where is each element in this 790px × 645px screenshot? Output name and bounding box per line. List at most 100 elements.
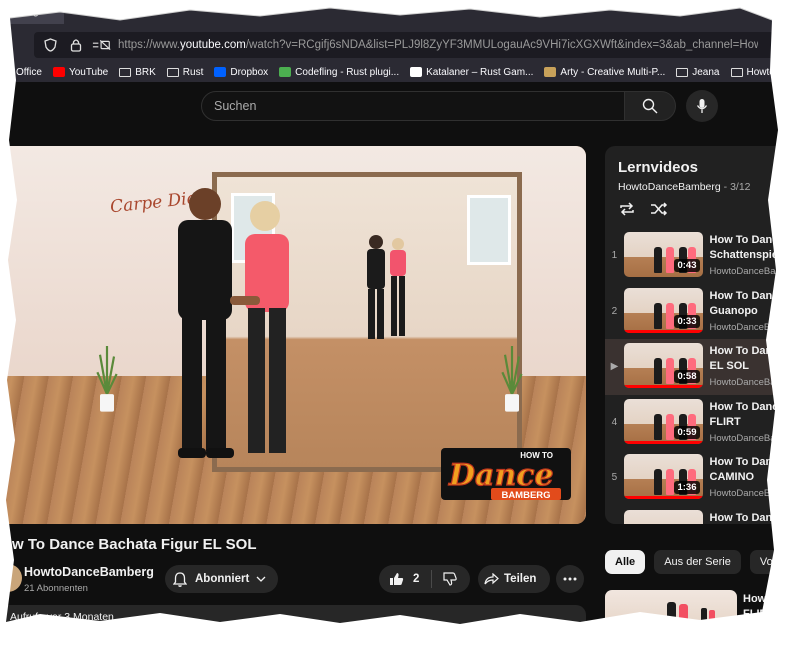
bookmark-item[interactable]: Codefling - Rust plugi... bbox=[279, 67, 399, 78]
dislike-button[interactable] bbox=[432, 572, 468, 586]
permissions-icon[interactable] bbox=[92, 35, 112, 55]
subscribe-button[interactable]: Abonniert bbox=[165, 565, 278, 593]
bookmark-label: Howtodance bbox=[746, 66, 790, 78]
more-horizontal-icon bbox=[563, 577, 577, 581]
watch-progress-bar bbox=[623, 440, 703, 444]
playlist-thumbnail[interactable]: 0:58 bbox=[623, 343, 703, 388]
duration-badge: 0:33 bbox=[674, 314, 700, 328]
playlist-item[interactable]: ▶ 0:58 How To Dance Bachata EL SOL HowtoDanc… bbox=[605, 339, 790, 395]
browser-tab[interactable]: Anfang... bbox=[0, 0, 64, 24]
playlist-item-title: How To Dance Bachata bbox=[709, 345, 790, 357]
wordpress-icon bbox=[410, 67, 423, 77]
playlist-item-title: How To Dance Bachata bbox=[709, 456, 790, 468]
dancer-figure bbox=[653, 469, 662, 495]
playlist-item-index: 2 bbox=[611, 305, 618, 317]
playlist-item[interactable]: 2 0:33 How To Dance Bachata Guanopo HowtoDan… bbox=[605, 284, 790, 340]
voice-search-button[interactable] bbox=[686, 90, 718, 122]
playlist-item-channel: HowtoDanceBamberg bbox=[709, 432, 790, 444]
logo-bottom-text: BAMBERG bbox=[501, 490, 550, 501]
recommended-title-line2: FLIRT bbox=[743, 608, 775, 620]
duration-badge: 0:58 bbox=[674, 370, 700, 383]
duration-badge: 0:43 bbox=[674, 259, 700, 272]
loop-button[interactable] bbox=[614, 198, 640, 220]
filter-chip[interactable]: Alle bbox=[605, 550, 646, 574]
bookmark-label: Katalaner – Rust Gam... bbox=[426, 66, 534, 78]
bookmark-label: Codefling - Rust plugi... bbox=[295, 66, 400, 78]
lock-icon[interactable] bbox=[66, 35, 86, 55]
playlist-position: 3/12 bbox=[730, 181, 751, 193]
playlist-item-text: How To Dance Bachata Guanopo HowtoDanceBam… bbox=[710, 289, 790, 333]
playlist-thumbnail[interactable]: 0:33 bbox=[623, 287, 703, 333]
bookmark-item[interactable]: BRK bbox=[119, 67, 156, 78]
search-input[interactable]: Suchen bbox=[201, 91, 625, 121]
recommended-video[interactable]: How To Dance FLIRT bbox=[605, 590, 790, 645]
bookmark-item[interactable]: YouTube bbox=[52, 67, 108, 78]
bookmark-item[interactable]: Office bbox=[0, 67, 42, 78]
playlist-owner[interactable]: HowtoDanceBamberg bbox=[618, 181, 721, 193]
channel-avatar[interactable] bbox=[4, 564, 22, 592]
bookmark-item[interactable]: Katalaner – Rust Gam... bbox=[410, 67, 533, 78]
filter-chip[interactable]: Aus der Serie bbox=[654, 550, 741, 574]
url-path: /watch?v=RCgifj6sNDA&list=PLJ9l8ZyYF3MMU… bbox=[245, 39, 758, 51]
filter-chip[interactable]: Von HowtoDanceBamberg bbox=[749, 550, 790, 574]
playlist-item[interactable]: 10:43How To Dance BachataSchattenspielHo… bbox=[605, 228, 790, 284]
subscriber-count: 21 Abonnenten bbox=[24, 583, 88, 594]
description-box[interactable]: Aufrufe vor 3 Monaten bbox=[0, 605, 586, 645]
playlist-thumbnail[interactable]: 0:43 bbox=[623, 232, 703, 277]
more-actions-button[interactable] bbox=[556, 565, 584, 593]
duration-badge: 0:59 bbox=[674, 425, 700, 439]
duration-badge: 1:36 bbox=[674, 481, 700, 494]
like-button[interactable] bbox=[379, 572, 413, 586]
playlist-item[interactable]: 5 1:36 How To Dance Bachata CAMINO HowtoDanc… bbox=[605, 450, 790, 506]
bookmark-item[interactable]: Howtodance bbox=[730, 66, 790, 78]
dancer-figure bbox=[665, 247, 674, 273]
arty-icon bbox=[544, 67, 557, 77]
search-icon bbox=[642, 98, 658, 114]
bookmark-label: Office bbox=[16, 66, 42, 78]
playlist-item[interactable]: 6How To Dance Bachata bbox=[605, 506, 790, 525]
video-player[interactable]: Carpe Diem HOW TO Dance BAMBERG bbox=[0, 146, 586, 524]
bookmark-item[interactable]: Rust bbox=[166, 67, 203, 78]
playlist-item-title-line2: Guanopo bbox=[709, 304, 758, 317]
browser-chrome: Anfang... https://www.youtube.com/watch?… bbox=[0, 0, 790, 82]
folder-icon bbox=[730, 67, 743, 77]
channel-name[interactable]: HowtoDanceBamberg bbox=[24, 565, 154, 579]
dancer-figure bbox=[653, 358, 662, 384]
dancer-figure bbox=[665, 358, 674, 384]
bookmark-item[interactable]: Arty - Creative Multi-P... bbox=[544, 67, 665, 78]
dancer-figure bbox=[653, 413, 662, 440]
url-text[interactable]: https://www.youtube.com/watch?v=RCgifj6s… bbox=[118, 39, 758, 51]
thumbs-up-icon bbox=[389, 573, 403, 585]
playlist-item-text: How To Dance Bachata CAMINO HowtoDanceBamb… bbox=[710, 455, 790, 499]
youtube-page: Suchen Carpe Diem HOW TO Dance BAMBERG L… bbox=[0, 82, 790, 645]
shield-icon[interactable] bbox=[40, 35, 60, 55]
recommended-thumbnail[interactable] bbox=[605, 590, 737, 645]
now-playing-indicator: ▶ bbox=[610, 361, 619, 372]
bookmark-item[interactable]: Dropbox bbox=[214, 67, 268, 78]
dancer-figure bbox=[653, 247, 662, 273]
playlist-thumbnail[interactable]: 1:36 bbox=[623, 454, 703, 499]
search-button[interactable] bbox=[624, 91, 676, 121]
description-preview: Aufrufe vor 3 Monaten bbox=[10, 611, 114, 623]
dancing-couple bbox=[178, 188, 289, 458]
video-title: How To Dance Bachata Figur EL SOL bbox=[0, 536, 257, 553]
playlist-item-title: How To Dance Bachata bbox=[709, 511, 790, 524]
playlist-thumbnail[interactable] bbox=[623, 509, 703, 524]
playlist-item-title: How To Dance Bachata bbox=[709, 289, 790, 302]
playlist-items: 10:43How To Dance BachataSchattenspielHo… bbox=[605, 228, 790, 524]
playlist-item-text: How To Dance Bachata bbox=[710, 511, 790, 525]
playlist-item-index: 5 bbox=[611, 472, 618, 483]
shuffle-button[interactable] bbox=[646, 198, 672, 220]
plant-icon bbox=[501, 346, 523, 412]
bookmark-item[interactable]: Jeana bbox=[676, 67, 720, 78]
dancer-figure bbox=[665, 469, 674, 495]
watch-progress-bar bbox=[623, 329, 703, 333]
microphone-icon bbox=[696, 99, 708, 113]
playlist-thumbnail[interactable]: 0:59 bbox=[623, 398, 703, 444]
share-button[interactable]: Teilen bbox=[478, 565, 550, 593]
playlist-item[interactable]: 4 0:59 How To Dance Bachata FLIRT HowtoDance… bbox=[605, 395, 790, 451]
address-bar[interactable]: https://www.youtube.com/watch?v=RCgifj6s… bbox=[34, 32, 774, 58]
playlist-title[interactable]: Lernvideos bbox=[618, 159, 698, 176]
bookmark-label: Dropbox bbox=[230, 66, 269, 78]
youtube-icon bbox=[52, 67, 65, 77]
